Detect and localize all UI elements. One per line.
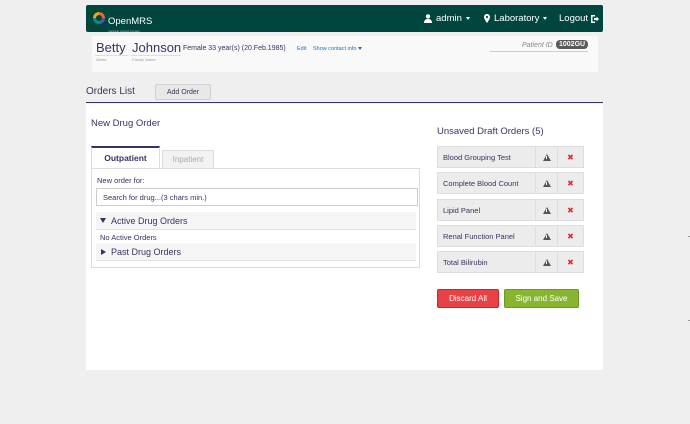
tab-outpatient[interactable]: Outpatient xyxy=(91,146,160,168)
page-title: Orders List xyxy=(86,86,135,97)
draft-order-row: Blood Grouping Test ✖ xyxy=(437,146,585,168)
logout-link[interactable]: Logout xyxy=(559,5,600,32)
show-contact-info-link[interactable]: Show contact info xyxy=(313,46,363,52)
logo-tagline: medical record system xyxy=(108,29,141,33)
patient-id-divider xyxy=(490,51,588,52)
draft-order-name[interactable]: Blood Grouping Test xyxy=(437,146,536,168)
drug-search-input[interactable] xyxy=(96,188,418,206)
draft-warning-button[interactable] xyxy=(536,225,558,247)
draft-order-row: Complete Blood Count ✖ xyxy=(437,172,585,194)
draft-warning-button[interactable] xyxy=(536,146,558,168)
warning-icon xyxy=(542,258,551,266)
active-drug-orders-label: Active Drug Orders xyxy=(111,215,188,226)
title-divider xyxy=(86,102,603,103)
map-marker-icon xyxy=(484,14,490,23)
draft-delete-button[interactable]: ✖ xyxy=(558,199,584,221)
logout-label: Logout xyxy=(559,13,589,24)
location-menu[interactable]: Laboratory xyxy=(484,5,548,32)
location-name: Laboratory xyxy=(494,13,540,24)
logo-text: OpenMRS xyxy=(108,16,153,27)
draft-warning-button[interactable] xyxy=(536,251,558,273)
close-icon: ✖ xyxy=(567,257,574,267)
past-drug-orders-header[interactable]: Past Drug Orders xyxy=(96,243,416,261)
draft-delete-button[interactable]: ✖ xyxy=(558,172,584,194)
draft-order-row: Total Bilirubin ✖ xyxy=(437,251,585,273)
given-label: Given xyxy=(96,57,107,62)
past-drug-orders-label: Past Drug Orders xyxy=(111,246,182,257)
new-order-for-label: New order for: xyxy=(97,176,145,185)
outpatient-panel: New order for: Active Drug Orders No Act… xyxy=(91,168,420,268)
close-icon: ✖ xyxy=(567,231,574,241)
draft-order-name[interactable]: Renal Function Panel xyxy=(437,225,536,247)
close-icon: ✖ xyxy=(567,152,574,162)
top-header: OpenMRS medical record system admin Labo… xyxy=(86,5,603,33)
draft-order-name[interactable]: Total Bilirubin xyxy=(437,251,536,273)
discard-all-button[interactable]: Discard All xyxy=(437,289,499,308)
chevron-down-icon xyxy=(543,17,548,20)
patient-given-name: Betty xyxy=(96,40,126,55)
no-active-orders-text: No Active Orders xyxy=(100,233,157,242)
patient-family-name: Johnson xyxy=(132,40,182,55)
draft-order-row: Lipid Panel ✖ xyxy=(437,199,585,221)
sign-and-save-button[interactable]: Sign and Save xyxy=(504,289,579,308)
sign-out-icon xyxy=(591,14,600,23)
close-icon: ✖ xyxy=(567,205,574,215)
patient-id-badge: 1002GU xyxy=(556,40,589,49)
active-drug-orders-header[interactable]: Active Drug Orders xyxy=(96,212,416,230)
orders-card: New Drug Order Outpatient Inpatient New … xyxy=(86,104,603,370)
draft-order-name[interactable]: Lipid Panel xyxy=(437,199,536,221)
draft-delete-button[interactable]: ✖ xyxy=(558,251,584,273)
unsaved-draft-orders-title: Unsaved Draft Orders (5) xyxy=(437,126,544,137)
patient-gender-age: Female 33 year(s) (20.Feb.1985) xyxy=(183,45,286,52)
edit-patient-link[interactable]: Edit xyxy=(297,46,306,52)
close-icon: ✖ xyxy=(567,178,574,188)
draft-warning-button[interactable] xyxy=(536,199,558,221)
warning-icon xyxy=(542,232,551,240)
chevron-down-icon xyxy=(358,47,363,50)
given-name-underline xyxy=(95,55,128,56)
patient-id-label: Patient ID xyxy=(522,42,553,49)
draft-order-name[interactable]: Complete Blood Count xyxy=(437,172,536,194)
family-label: Family Name xyxy=(132,57,156,62)
user-menu[interactable]: admin xyxy=(424,5,470,32)
add-order-button[interactable]: Add Order xyxy=(155,84,211,100)
tab-inpatient[interactable]: Inpatient xyxy=(162,150,214,168)
draft-delete-button[interactable]: ✖ xyxy=(558,146,584,168)
new-drug-order-title: New Drug Order xyxy=(91,118,161,129)
warning-icon xyxy=(542,179,551,187)
caret-right-icon xyxy=(101,248,106,255)
draft-delete-button[interactable]: ✖ xyxy=(558,225,584,247)
openmrs-logo[interactable]: OpenMRS medical record system xyxy=(93,11,152,33)
logo-text-group: OpenMRS medical record system xyxy=(108,11,152,33)
warning-icon xyxy=(542,206,551,214)
family-name-underline xyxy=(131,55,181,56)
draft-order-row: Renal Function Panel ✖ xyxy=(437,225,585,247)
user-name: admin xyxy=(436,13,462,24)
openmrs-logo-icon xyxy=(93,12,105,24)
patient-header: Betty Johnson Given Family Name Female 3… xyxy=(92,36,598,72)
user-icon xyxy=(424,14,432,23)
caret-down-icon xyxy=(100,218,106,223)
show-contact-label: Show contact info xyxy=(313,46,357,52)
chevron-down-icon xyxy=(465,17,470,20)
warning-icon xyxy=(542,153,551,161)
draft-warning-button[interactable] xyxy=(536,172,558,194)
